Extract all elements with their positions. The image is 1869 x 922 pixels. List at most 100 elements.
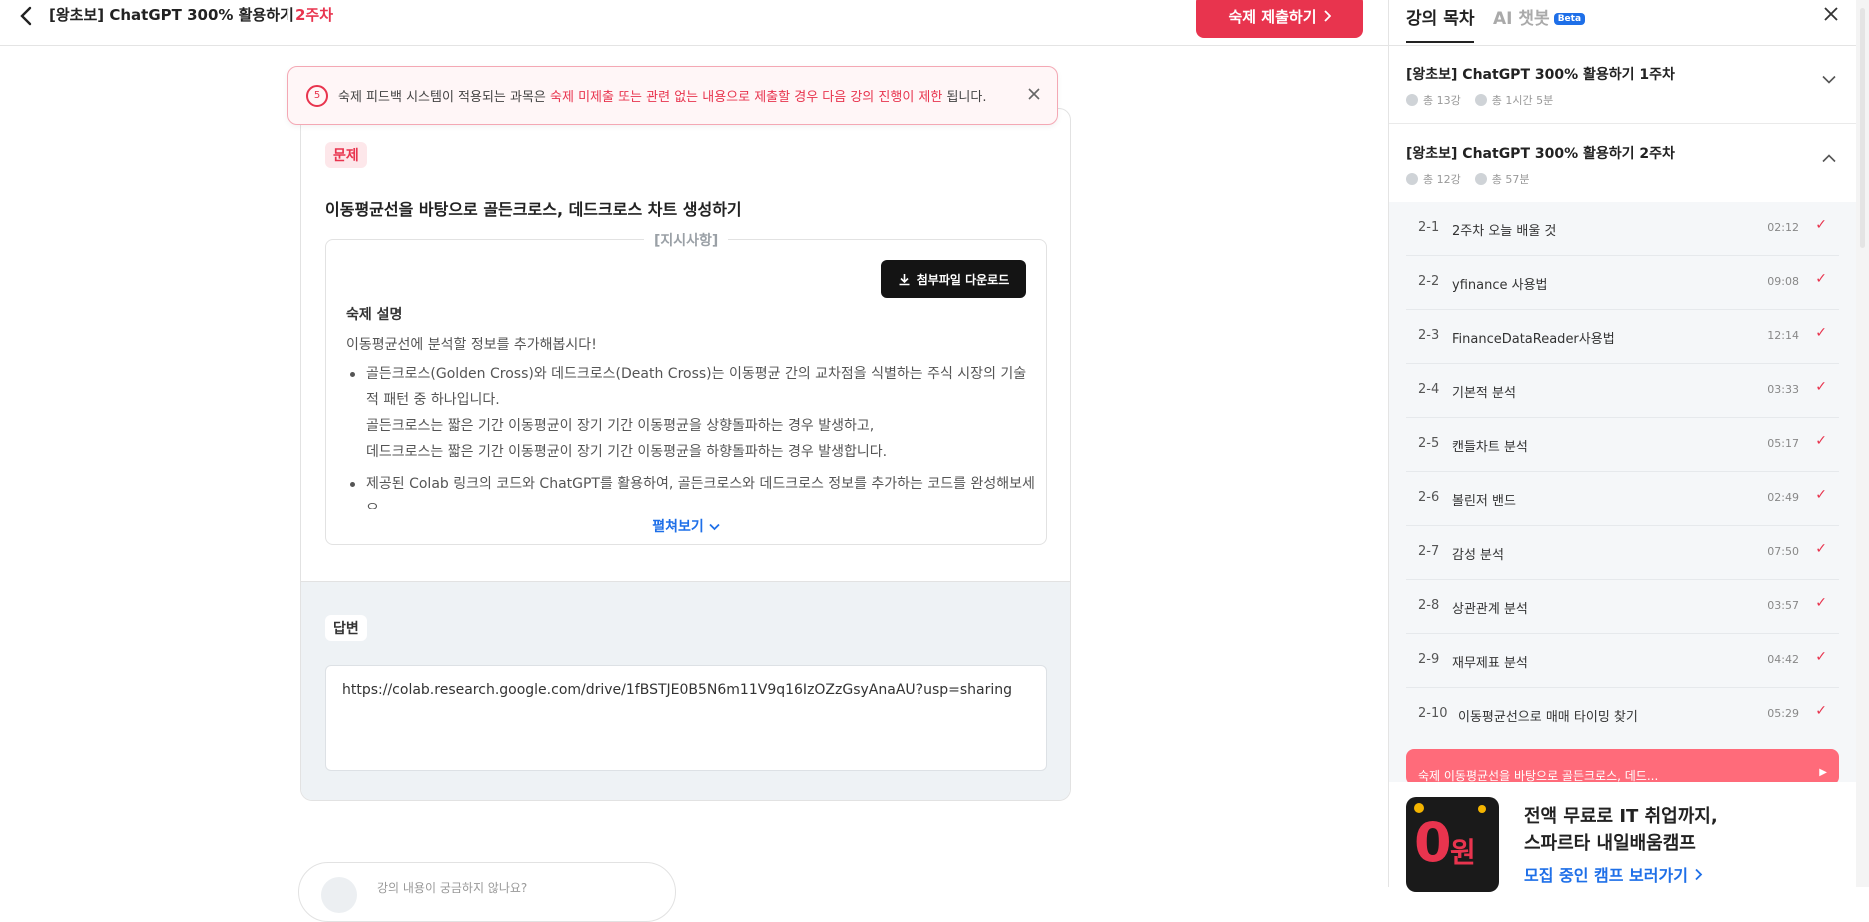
check-icon: ✓ (1815, 379, 1827, 395)
camp-promo-banner: 0 원 전액 무료로 IT 취업까지, 스파르타 내일배움캠프 모집 중인 캠프… (1389, 782, 1856, 892)
check-icon: ✓ (1815, 217, 1827, 233)
clock-icon (1474, 173, 1487, 185)
download-attachment-button[interactable]: 첨부파일 다운로드 (881, 260, 1026, 298)
lesson-count-text: 총 13강 (1423, 94, 1461, 107)
instructions-box: [지시사항] 첨부파일 다운로드 숙제 설명 이동평균선에 분석할 정보를 추가… (325, 230, 1047, 545)
promo-image-won: 원 (1450, 836, 1476, 869)
lesson-name: yfinance 사용법 (1452, 278, 1548, 293)
lesson-duration: 03:57 (1767, 599, 1799, 612)
check-icon: ✓ (1815, 541, 1827, 557)
check-icon: ✓ (1815, 271, 1827, 287)
lesson-number: 2-7 (1418, 544, 1440, 559)
download-icon (899, 273, 910, 285)
lesson-count: 총 13강 (1406, 92, 1461, 108)
promo-image: 0 원 (1406, 797, 1499, 892)
view-camps-label: 모집 중인 캠프 보러가기 (1524, 866, 1688, 885)
week-meta: 총 13강 총 1시간 5분 (1406, 92, 1553, 108)
notice-text: 숙제 피드백 시스템이 적용되는 과목은 숙제 미제출 또는 관련 없는 내용으… (338, 86, 986, 105)
tab-table-of-contents[interactable]: 강의 목차 (1406, 4, 1475, 43)
week-meta: 총 12강 총 57분 (1406, 171, 1529, 187)
lesson-name: 상관관계 분석 (1452, 602, 1528, 617)
sidebar-tabs: 강의 목차 AI 챗봇 Beta (1389, 0, 1856, 46)
week-label: 2주차 (295, 6, 334, 24)
answer-section: 답변 https://colab.research.google.com/dri… (301, 581, 1070, 800)
sparkle-dot (1478, 805, 1486, 813)
close-notice-button[interactable] (1025, 86, 1043, 104)
lesson-number: 2-9 (1418, 652, 1440, 667)
lesson-item[interactable]: 2-9 재무제표 분석 04:42 ✓ (1406, 634, 1839, 688)
lesson-name: 2주차 오늘 배울 것 (1452, 224, 1557, 239)
back-button[interactable] (12, 2, 40, 30)
homework-heading: 숙제 설명 (346, 307, 403, 323)
play-icon (1406, 94, 1418, 106)
lesson-item[interactable]: 2-6 볼린저 밴드 02:49 ✓ (1406, 472, 1839, 526)
lesson-item[interactable]: 2-3 FinanceDataReader사용법 12:14 ✓ (1406, 310, 1839, 364)
check-icon: ✓ (1815, 649, 1827, 665)
lesson-name: 기본적 분석 (1452, 386, 1516, 401)
problem-tag: 문제 (325, 142, 367, 168)
close-sidebar-button[interactable] (1824, 2, 1838, 27)
homework-intro: 이동평균선에 분석할 정보를 추가해봅시다! (346, 337, 597, 353)
description-item: 제공된 Colab 링크의 코드와 ChatGPT를 활용하여, 골든크로스와 … (346, 471, 1036, 509)
duration-text: 총 57분 (1491, 173, 1530, 186)
description-line: 골든크로스(Golden Cross)와 데드크로스(Death Cross)는… (366, 366, 1027, 408)
tab-ai-chatbot-label: AI 챗봇 (1493, 9, 1550, 29)
submit-homework-button[interactable]: 숙제 제출하기 (1196, 0, 1363, 38)
lesson-item[interactable]: 2-7 감성 분석 07:50 ✓ (1406, 526, 1839, 580)
chevron-down-icon (1822, 72, 1836, 88)
lesson-item[interactable]: 2-4 기본적 분석 03:33 ✓ (1406, 364, 1839, 418)
feedback-notice: 5 숙제 피드백 시스템이 적용되는 과목은 숙제 미제출 또는 관련 없는 내… (287, 66, 1058, 125)
lesson-item[interactable]: 2-2 yfinance 사용법 09:08 ✓ (1406, 256, 1839, 310)
lesson-item[interactable]: 2-1 2주차 오늘 배울 것 02:12 ✓ (1406, 202, 1839, 256)
check-icon: ✓ (1815, 595, 1827, 611)
week-1-section[interactable]: [왕초보] ChatGPT 300% 활용하기 1주차 총 13강 총 1시간 … (1389, 46, 1856, 124)
tab-ai-chatbot[interactable]: AI 챗봇 Beta (1493, 4, 1586, 29)
problem-title: 이동평균선을 바탕으로 골든크로스, 데드크로스 차트 생성하기 (325, 200, 742, 219)
title-divider (287, 8, 288, 20)
homework-lesson-item[interactable]: 숙제 이동평균선을 바탕으로 골든크로스, 데드... ▶ (1406, 749, 1839, 785)
promo-line-2: 스파르타 내일배움캠프 (1524, 833, 1696, 854)
chevron-left-icon (20, 6, 32, 26)
notice-text-after: 됩니다. (942, 90, 987, 105)
lesson-number: 2-10 (1418, 706, 1448, 721)
view-camps-link[interactable]: 모집 중인 캠프 보러가기 (1524, 862, 1703, 886)
sidebar-scrollbar[interactable] (1856, 0, 1869, 887)
week-title: [왕초보] ChatGPT 300% 활용하기 2주차 (1406, 146, 1675, 162)
week-2-section[interactable]: [왕초보] ChatGPT 300% 활용하기 2주차 총 12강 총 57분 (1389, 125, 1856, 203)
check-icon: ✓ (1815, 325, 1827, 341)
homework-card: 문제 이동평균선을 바탕으로 골든크로스, 데드크로스 차트 생성하기 [지시사… (300, 108, 1071, 801)
chevron-up-icon (1822, 151, 1836, 167)
expand-button[interactable]: 펼쳐보기 (326, 516, 1046, 536)
play-icon (1406, 173, 1418, 185)
lesson-name: 캔들차트 분석 (1452, 440, 1528, 455)
lesson-item[interactable]: 2-8 상관관계 분석 03:57 ✓ (1406, 580, 1839, 634)
homework-description-list: 골든크로스(Golden Cross)와 데드크로스(Death Cross)는… (346, 361, 1036, 509)
lesson-name: 볼린저 밴드 (1452, 494, 1516, 509)
play-icon: ▶ (1819, 767, 1827, 778)
promo-image-zero: 0 (1414, 811, 1452, 874)
lesson-name: 이동평균선으로 매매 타이밍 찾기 (1458, 710, 1638, 725)
description-line: 제공된 Colab 링크의 코드와 ChatGPT를 활용하여, 골든크로스와 … (366, 476, 1035, 509)
lesson-duration: 02:12 (1767, 221, 1799, 234)
lecture-question-pill[interactable]: 강의 내용이 궁금하지 않나요? (298, 862, 676, 922)
lesson-name: 재무제표 분석 (1452, 656, 1528, 671)
answer-input[interactable]: https://colab.research.google.com/drive/… (325, 665, 1047, 771)
total-duration: 총 57분 (1474, 171, 1530, 187)
lesson-duration: 02:49 (1767, 491, 1799, 504)
expand-label: 펼쳐보기 (652, 519, 704, 535)
lesson-duration: 04:42 (1767, 653, 1799, 666)
lesson-item[interactable]: 2-10 이동평균선으로 매매 타이밍 찾기 05:29 ✓ (1406, 688, 1839, 742)
description-line: 데드크로스는 짧은 기간 이동평균이 장기 기간 이동평균을 하향돌파하는 경우… (366, 444, 888, 460)
lesson-item[interactable]: 2-5 캔들차트 분석 05:17 ✓ (1406, 418, 1839, 472)
chevron-down-icon (709, 523, 720, 531)
notice-text-before: 숙제 피드백 시스템이 적용되는 과목은 (338, 90, 551, 105)
chevron-right-icon (1694, 868, 1702, 881)
course-sidebar: 강의 목차 AI 챗봇 Beta [왕초보] ChatGPT 300% 활용하기 … (1388, 0, 1856, 892)
close-icon (1028, 88, 1040, 100)
lesson-duration: 03:33 (1767, 383, 1799, 396)
lesson-count: 총 12강 (1406, 171, 1461, 187)
scrollbar-thumb[interactable] (1860, 8, 1865, 248)
lesson-count-text: 총 12강 (1423, 173, 1461, 186)
check-icon: ✓ (1815, 433, 1827, 449)
top-bar: [왕초보] ChatGPT 300% 활용하기 2주차 숙제 제출하기 (0, 0, 1388, 46)
